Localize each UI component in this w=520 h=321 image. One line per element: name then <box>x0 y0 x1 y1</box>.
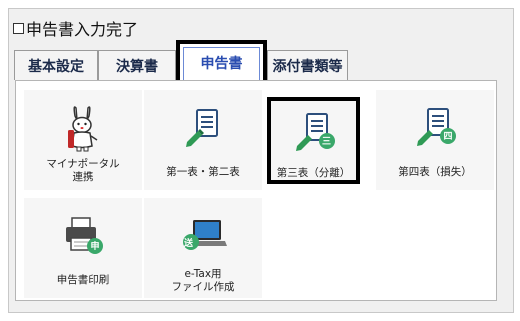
tile-label: 第四表（損失） <box>398 166 472 178</box>
tile-form-4-loss[interactable]: 四 第四表（損失） <box>376 90 494 190</box>
badge-4-label: 四 <box>443 132 453 142</box>
completion-checkbox[interactable] <box>13 22 24 34</box>
tile-form-3-separate[interactable]: 三 第三表（分離） <box>267 97 360 184</box>
badge-print-label: 申 <box>90 242 100 252</box>
tile-label: 第三表（分離） <box>276 167 351 179</box>
document-pen-icon <box>186 109 218 147</box>
rabbit-mascot-icon <box>68 106 98 152</box>
completion-row[interactable]: 申告書入力完了 <box>13 18 139 39</box>
completion-label: 申告書入力完了 <box>26 20 139 39</box>
tile-label: 第一表・第二表 <box>166 166 240 178</box>
tab-attachments[interactable]: 添付書類等 <box>267 50 348 80</box>
tile-print-return[interactable]: 申 申告書印刷 <box>24 198 142 298</box>
tile-etax-file[interactable]: 送 e-Tax用 ファイル作成 <box>144 198 262 298</box>
tab-basic-settings[interactable]: 基本設定 <box>14 50 98 80</box>
document-pen-icon <box>417 108 456 146</box>
badge-3-label: 三 <box>321 137 331 147</box>
document-pen-icon <box>295 113 335 151</box>
tile-form-1-2[interactable]: 第一表・第二表 <box>144 90 262 190</box>
tile-label: e-Tax用 ファイル作成 <box>171 268 235 293</box>
tile-panel: マイナポータル 連携 第一表・第二表 三 第三表（分離） 四 第四表（損失） 申… <box>15 80 497 301</box>
tab-tax-return[interactable]: 申告書 <box>176 40 267 84</box>
tile-mynaportal-link[interactable]: マイナポータル 連携 <box>24 90 142 190</box>
tile-label: 申告書印刷 <box>56 274 110 286</box>
badge-etax-label: 送 <box>183 238 193 249</box>
tile-label: マイナポータル 連携 <box>46 158 120 183</box>
tab-financial-statements[interactable]: 決算書 <box>98 50 176 80</box>
